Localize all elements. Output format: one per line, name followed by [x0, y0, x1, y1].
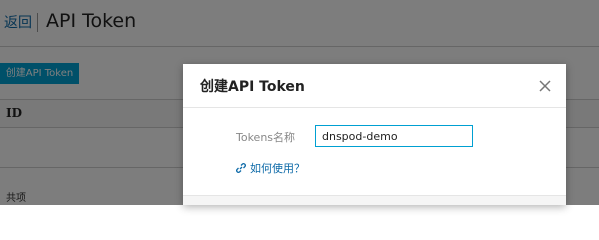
dialog-footer — [183, 195, 566, 205]
dialog-header: 创建API Token — [183, 64, 566, 108]
link-icon — [235, 162, 247, 174]
dialog-title: 创建API Token — [200, 79, 305, 95]
token-name-label: Tokens名称 — [236, 131, 296, 144]
how-to-use-label: 如何使用？ — [250, 162, 305, 175]
create-token-dialog: 创建API Token Tokens名称 如何使用？ — [183, 64, 566, 205]
how-to-use-link[interactable]: 如何使用？ — [235, 160, 305, 176]
token-name-input[interactable] — [315, 125, 473, 147]
close-icon[interactable] — [535, 76, 555, 96]
